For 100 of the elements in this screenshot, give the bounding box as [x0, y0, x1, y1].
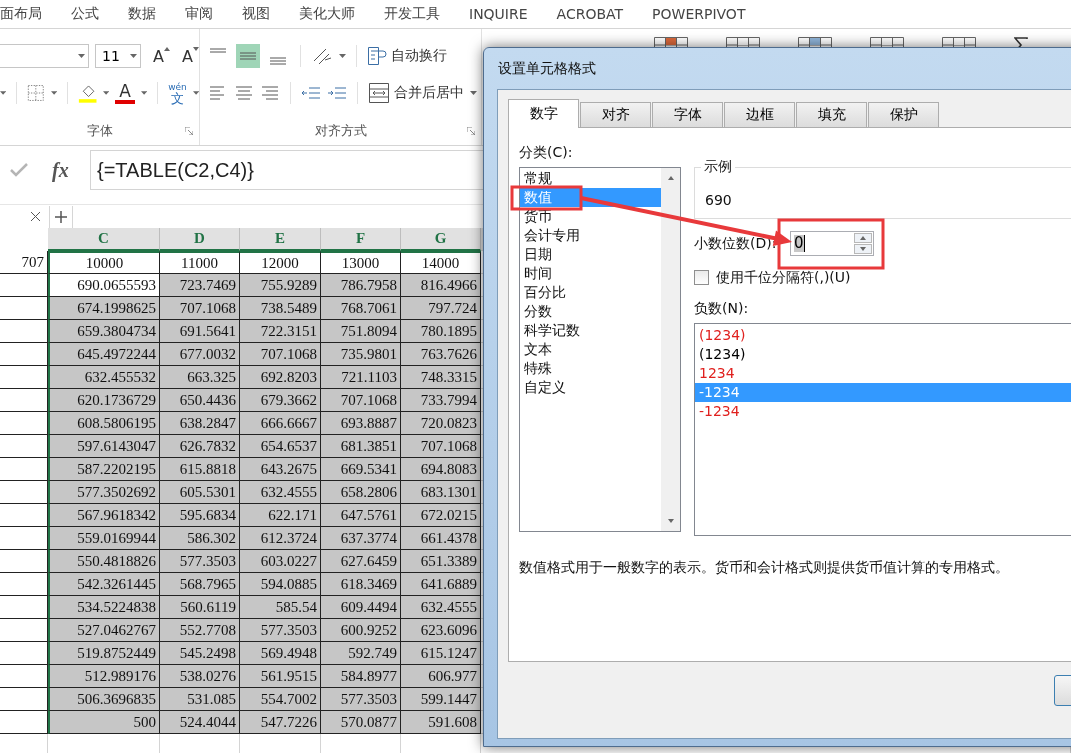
table-cell	[0, 320, 48, 343]
category-item[interactable]: 时间	[520, 264, 661, 283]
dialog-launcher-icon[interactable]	[467, 127, 475, 135]
check-icon[interactable]	[10, 163, 28, 177]
category-item[interactable]: 分数	[520, 302, 661, 321]
column-header[interactable]: G	[401, 228, 481, 251]
column-header[interactable]: F	[321, 228, 401, 251]
caret-icon[interactable]	[141, 91, 148, 95]
wrap-text-icon	[367, 46, 387, 66]
menu-tab[interactable]: INQUIRE	[469, 6, 528, 22]
font-name-field[interactable]	[0, 44, 90, 68]
table-cell	[0, 527, 48, 550]
menu-tab[interactable]: POWERPIVOT	[652, 6, 746, 22]
caret-icon[interactable]	[130, 54, 138, 58]
table-cell: 672.0215	[401, 504, 481, 527]
scrollbar[interactable]	[661, 168, 680, 531]
column-header[interactable]: D	[160, 228, 240, 251]
increase-indent-icon[interactable]	[327, 84, 347, 102]
table-cell	[0, 458, 48, 481]
menu-tab[interactable]: 审阅	[185, 5, 213, 23]
close-icon[interactable]	[30, 211, 41, 222]
caret-icon[interactable]	[0, 91, 7, 95]
dialog-tab[interactable]: 字体	[652, 102, 723, 128]
category-item[interactable]: 自定义	[520, 378, 661, 397]
caret-icon[interactable]	[78, 54, 86, 58]
table-cell: 654.6537	[240, 435, 321, 458]
caret-icon[interactable]	[103, 91, 110, 95]
table-cell: 570.0877	[321, 711, 401, 734]
category-item[interactable]: 文本	[520, 340, 661, 359]
caret-icon[interactable]	[470, 91, 477, 95]
borders-icon[interactable]	[27, 83, 45, 103]
category-label: 分类(C):	[519, 143, 574, 162]
table-cell	[0, 596, 48, 619]
negative-format-item[interactable]: 1234	[695, 364, 1071, 383]
spin-up-button[interactable]	[854, 233, 872, 243]
decrease-indent-icon[interactable]	[301, 84, 321, 102]
insert-function-button[interactable]: fx	[52, 158, 69, 182]
negative-format-item[interactable]: (1234)	[695, 326, 1071, 345]
menu-tab[interactable]: ACROBAT	[556, 6, 624, 22]
negative-format-item[interactable]: -1234	[695, 402, 1071, 421]
dialog-launcher-icon[interactable]	[185, 127, 193, 135]
category-item[interactable]: 常规	[520, 169, 661, 188]
font-size-field[interactable]: 11	[95, 44, 142, 68]
menu-tab[interactable]: 视图	[242, 5, 270, 23]
table-cell: 567.9618342	[48, 504, 160, 527]
negative-format-item[interactable]: (1234)	[695, 345, 1071, 364]
table-cell: 594.0885	[240, 573, 321, 596]
column-header[interactable]: E	[240, 228, 321, 251]
table-cell: 538.0276	[160, 665, 240, 688]
caret-icon[interactable]	[50, 91, 57, 95]
category-item[interactable]: 特殊	[520, 359, 661, 378]
table-cell: 586.302	[160, 527, 240, 550]
wrap-text-button[interactable]: 自动换行	[367, 46, 447, 66]
menu-tab[interactable]: 面布局	[0, 5, 42, 23]
caret-icon[interactable]	[192, 91, 199, 95]
column-header[interactable]: C	[48, 228, 160, 251]
add-button[interactable]	[49, 205, 73, 228]
decimal-places-field[interactable]: 0	[790, 231, 874, 256]
table-cell: 10000	[48, 251, 160, 274]
dialog-tab[interactable]: 数字	[508, 99, 579, 128]
spin-down-button[interactable]	[854, 244, 872, 254]
table-cell: 12000	[240, 251, 321, 274]
table-cell: 554.7002	[240, 688, 321, 711]
dialog-tab[interactable]: 保护	[868, 102, 939, 128]
menu-tab[interactable]: 公式	[71, 5, 99, 23]
category-item[interactable]: 货币	[520, 207, 661, 226]
menu-tab[interactable]: 开发工具	[384, 5, 440, 23]
fill-color-icon[interactable]	[77, 82, 97, 104]
menu-tab[interactable]: 美化大师	[299, 5, 355, 23]
table-cell: 723.7469	[160, 274, 240, 297]
dialog-tab[interactable]: 填充	[796, 102, 867, 128]
category-item[interactable]: 百分比	[520, 283, 661, 302]
category-item[interactable]: 会计专用	[520, 226, 661, 245]
table-cell: 661.4378	[401, 527, 481, 550]
category-item[interactable]: 科学记数	[520, 321, 661, 340]
menu-tab[interactable]: 数据	[128, 5, 156, 23]
grow-font-button[interactable]: A	[153, 46, 171, 66]
table-cell	[0, 688, 48, 711]
table-cell	[0, 435, 48, 458]
table-cell: 658.2806	[321, 481, 401, 504]
caret-icon[interactable]	[339, 54, 346, 58]
orientation-icon[interactable]	[311, 46, 333, 66]
table-cell: 615.8818	[160, 458, 240, 481]
table-cell: 606.977	[401, 665, 481, 688]
category-item[interactable]: 日期	[520, 245, 661, 264]
checkbox[interactable]	[694, 270, 709, 285]
table-cell	[0, 665, 48, 688]
negative-format-text: (1234)	[699, 346, 746, 362]
dialog-tab[interactable]: 对齐	[580, 102, 651, 128]
table-cell: 519.8752449	[48, 642, 160, 665]
font-color-button[interactable]: A	[115, 82, 136, 104]
dialog-tab[interactable]: 边框	[724, 102, 795, 128]
table-cell: 641.6889	[401, 573, 481, 596]
shrink-font-button[interactable]: A	[182, 46, 199, 66]
table-cell: 584.8977	[321, 665, 401, 688]
merge-center-button[interactable]: 合并后居中	[368, 82, 464, 104]
phonetic-guide-button[interactable]: wén 文	[168, 81, 187, 105]
format-description: 数值格式用于一般数字的表示。货币和会计格式则提供货币值计算的专用格式。	[519, 559, 1010, 577]
dialog-title: 设置单元格格式	[498, 59, 596, 78]
plus-icon	[55, 210, 67, 223]
